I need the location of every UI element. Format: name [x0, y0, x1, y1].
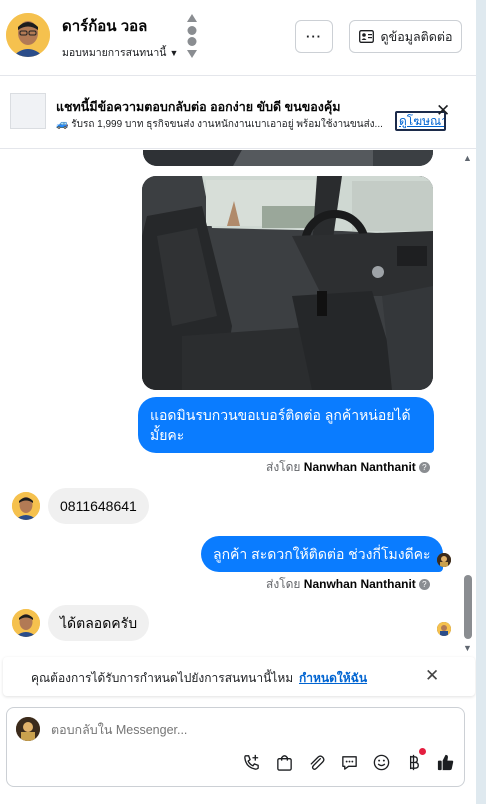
assign-to-me-link[interactable]: กำหนดให้ฉัน — [299, 669, 367, 688]
shopping-bag-icon[interactable] — [274, 752, 294, 772]
contact-avatar-small — [12, 492, 40, 520]
sent-by-name: Nanwhan Nanthanit — [303, 460, 416, 474]
close-icon[interactable]: ✕ — [436, 101, 450, 121]
contact-card-icon — [358, 30, 374, 43]
sent-by-prefix: ส่งโดย — [266, 460, 301, 474]
view-contact-info-button[interactable]: ดูข้อมูลติดต่อ — [349, 20, 462, 53]
notification-dot — [419, 748, 426, 755]
sent-by-label: ส่งโดย Nanwhan Nanthanit? — [266, 575, 430, 594]
reply-input[interactable] — [51, 720, 431, 740]
scroll-up-arrow-icon[interactable]: ▲ — [463, 153, 472, 163]
help-icon[interactable]: ? — [418, 579, 430, 591]
sent-by-prefix: ส่งโดย — [266, 577, 301, 591]
ad-thumbnail — [10, 93, 46, 129]
scroll-down-arrow-icon[interactable]: ▼ — [463, 643, 472, 653]
outgoing-message-bubble[interactable]: ลูกค้า สะดวกให้ติดต่อ ช่วงกี่โมงดีคะ — [201, 536, 443, 572]
saved-reply-icon[interactable] — [339, 752, 359, 772]
emoji-icon[interactable] — [371, 752, 391, 772]
sent-by-name: Nanwhan Nanthanit — [303, 577, 416, 591]
scrollbar-thumb[interactable] — [464, 575, 472, 639]
ad-context-banner: แชทนี้มีข้อความตอบกลับต่อ ออกง่าย ขับดี … — [0, 77, 476, 149]
assign-label: มอบหมายการสนทนานี้ — [62, 47, 167, 59]
image-message-partial[interactable] — [143, 150, 433, 166]
outgoing-message-bubble[interactable]: แอดมินรบกวนขอเบอร์ติดต่อ ลูกค้าหน่อยได้ม… — [138, 397, 434, 453]
reorder-handle-icon[interactable] — [186, 14, 198, 58]
caret-down-icon: ▼ — [169, 48, 179, 58]
reply-composer — [6, 707, 465, 787]
contact-avatar-small — [12, 609, 40, 637]
conversation-panel: ดาร์ก้อน วอล มอบหมายการสนทนานี้ ▼ ··· ดูข… — [0, 0, 476, 804]
view-contact-info-label: ดูข้อมูลติดต่อ — [380, 29, 453, 44]
close-icon[interactable]: ✕ — [425, 666, 439, 686]
seen-by-avatar — [437, 622, 451, 636]
baht-payment-icon[interactable] — [403, 752, 423, 772]
help-icon[interactable]: ? — [418, 462, 430, 474]
contact-avatar[interactable] — [6, 13, 50, 57]
sent-by-label: ส่งโดย Nanwhan Nanthanit? — [266, 458, 430, 477]
assign-reminder-bar: คุณต้องการได้รับการกำหนดไปยังการสนทนานี้… — [3, 657, 475, 696]
conversation-header: ดาร์ก้อน วอล มอบหมายการสนทนานี้ ▼ ··· ดูข… — [0, 0, 476, 76]
attachment-icon[interactable] — [306, 752, 326, 772]
phone-add-icon[interactable] — [241, 752, 261, 772]
car-interior-image[interactable] — [142, 176, 433, 390]
incoming-message-bubble[interactable]: ได้ตลอดครับ — [48, 605, 150, 641]
assign-reminder-text: คุณต้องการได้รับการกำหนดไปยังการสนทนานี้… — [31, 671, 294, 685]
contact-name[interactable]: ดาร์ก้อน วอล — [62, 14, 147, 38]
seen-by-avatar — [437, 553, 451, 567]
incoming-message-bubble[interactable]: 0811648641 — [48, 488, 149, 524]
more-options-button[interactable]: ··· — [295, 20, 333, 53]
message-thread[interactable]: แอดมินรบกวนขอเบอร์ติดต่อ ลูกค้าหน่อยได้ม… — [0, 150, 476, 656]
thumbs-up-icon[interactable] — [435, 752, 455, 772]
page-avatar — [16, 717, 40, 741]
ad-subtitle: 🚙 รับรถ 1,999 บาท ธุรกิจขนส่ง งานหนักงาน… — [56, 119, 383, 130]
ad-title: แชทนี้มีข้อความตอบกลับต่อ ออกง่าย ขับดี … — [56, 100, 341, 114]
window-edge — [476, 0, 486, 804]
assign-conversation-dropdown[interactable]: มอบหมายการสนทนานี้ ▼ — [62, 44, 178, 61]
